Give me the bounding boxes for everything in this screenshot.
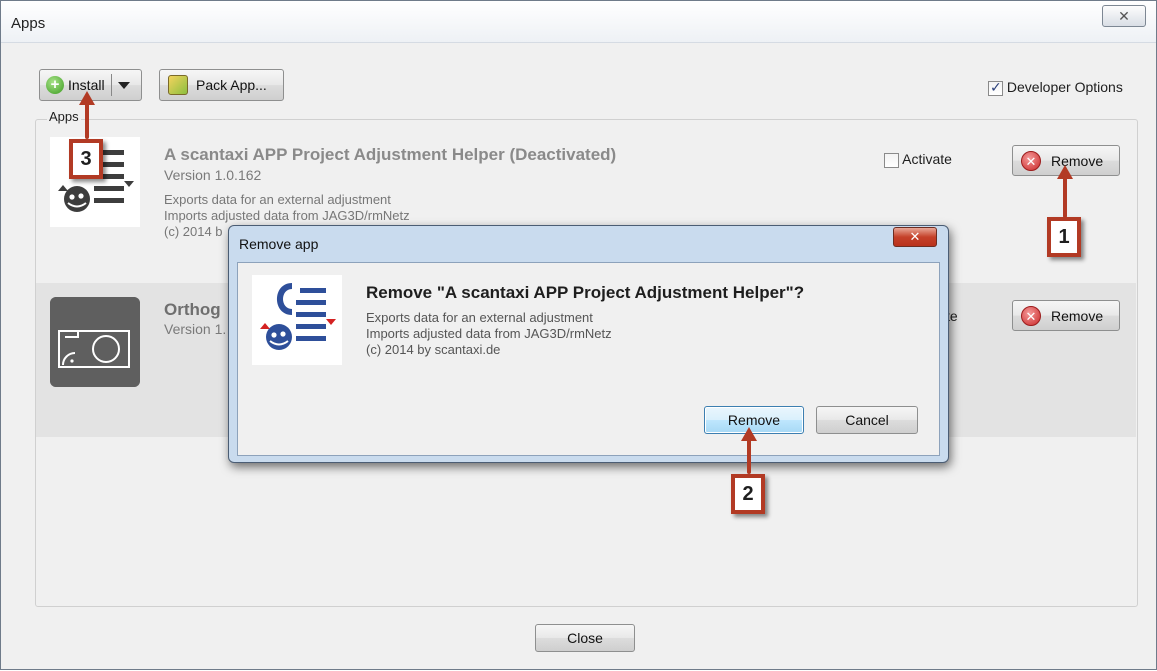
- app-description-line: Exports data for an external adjustment: [164, 192, 391, 207]
- app-version: Version 1.0.162: [164, 167, 262, 183]
- plus-icon: +: [46, 76, 64, 94]
- remove-label: Remove: [1051, 307, 1104, 324]
- dialog-remove-label: Remove: [727, 412, 781, 428]
- dialog-description-line: (c) 2014 by scantaxi.de: [366, 342, 501, 357]
- app-version: Version 1.: [164, 321, 227, 337]
- dialog-body: Remove "A scantaxi APP Project Adjustmen…: [237, 262, 940, 456]
- dialog-heading: Remove "A scantaxi APP Project Adjustmen…: [366, 283, 805, 302]
- dialog-cancel-button[interactable]: Cancel: [816, 406, 918, 434]
- app-description-line: (c) 2014 b: [164, 224, 223, 239]
- dialog-description-line: Imports adjusted data from JAG3D/rmNetz: [366, 326, 612, 341]
- pack-app-label: Pack App...: [196, 77, 267, 93]
- pack-app-button[interactable]: Pack App...: [159, 69, 284, 101]
- install-split-button[interactable]: + Install: [39, 69, 142, 101]
- developer-options-label: Developer Options: [1006, 79, 1123, 95]
- apps-group-label: Apps: [47, 109, 81, 124]
- remove-button[interactable]: ✕ Remove: [1012, 145, 1120, 176]
- checkbox-icon[interactable]: [884, 152, 899, 168]
- annotation-step-2: 2: [731, 474, 765, 514]
- close-button[interactable]: Close: [535, 624, 635, 652]
- title-bar: Apps ✕: [1, 1, 1156, 43]
- app-name: Orthog: [164, 300, 221, 319]
- window-title: Apps: [11, 15, 46, 32]
- remove-app-dialog: Remove app ✕ Remove "A scantaxi APP Proj…: [228, 225, 949, 463]
- annotation-step-3: 3: [69, 139, 103, 179]
- package-icon: [168, 75, 188, 95]
- activate-label: Activate: [902, 151, 952, 167]
- annotation-step-1: 1: [1047, 217, 1081, 257]
- remove-label: Remove: [1051, 152, 1104, 169]
- dialog-remove-button[interactable]: Remove: [704, 406, 804, 434]
- checkbox-icon[interactable]: [988, 79, 1003, 96]
- close-label: Close: [567, 630, 603, 646]
- developer-options-checkbox[interactable]: Developer Options: [988, 79, 1123, 96]
- remove-button[interactable]: ✕ Remove: [1012, 300, 1120, 331]
- remove-icon: ✕: [1021, 305, 1041, 326]
- dialog-close-button[interactable]: ✕: [893, 227, 937, 247]
- window-close-button[interactable]: ✕: [1102, 5, 1146, 27]
- dialog-description-line: Exports data for an external adjustment: [366, 310, 593, 325]
- scantaxi-app-icon: [252, 275, 342, 365]
- remove-icon: ✕: [1021, 150, 1041, 171]
- dialog-cancel-label: Cancel: [845, 412, 889, 428]
- app-description-line: Imports adjusted data from JAG3D/rmNetz: [164, 208, 410, 223]
- apps-window: Apps ✕ + Install Pack App... Developer O…: [0, 0, 1157, 670]
- camera-app-icon: [50, 297, 140, 387]
- app-name: A scantaxi APP Project Adjustment Helper…: [164, 145, 617, 164]
- dialog-title: Remove app: [239, 236, 319, 252]
- install-label: Install: [68, 77, 105, 93]
- chevron-down-icon[interactable]: [117, 81, 130, 89]
- activate-checkbox[interactable]: Activate: [884, 151, 952, 168]
